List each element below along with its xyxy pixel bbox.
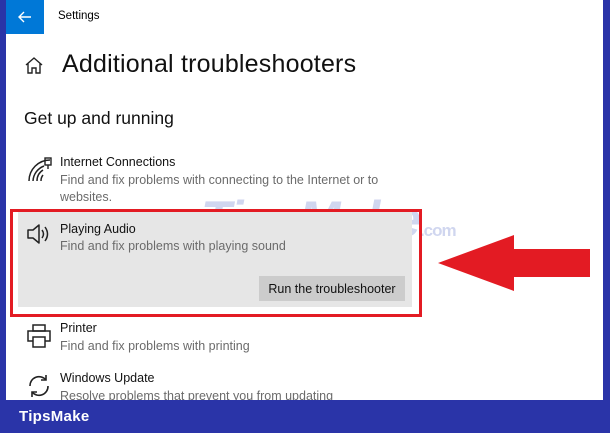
back-arrow-icon xyxy=(18,11,31,23)
brand-logo-text: TipsMake xyxy=(19,408,90,425)
printer-icon xyxy=(27,324,51,348)
troubleshooter-internet-connections[interactable]: Internet Connections Find and fix proble… xyxy=(20,155,410,205)
item-description: Resolve problems that prevent you from u… xyxy=(60,389,334,400)
item-description: Find and fix problems with printing xyxy=(60,339,250,353)
home-icon[interactable] xyxy=(24,56,44,76)
sync-icon xyxy=(29,375,49,397)
troubleshooter-printer[interactable]: Printer Find and fix problems with print… xyxy=(20,321,410,357)
app-title: Settings xyxy=(58,10,100,22)
wifi-icon xyxy=(28,157,52,182)
section-title: Get up and running xyxy=(24,108,174,128)
item-description: Find and fix problems with connecting to… xyxy=(60,173,379,204)
red-arrow-annotation xyxy=(438,235,590,291)
troubleshooter-windows-update[interactable]: Windows Update Resolve problems that pre… xyxy=(20,371,410,400)
title-bar: Settings xyxy=(6,0,603,34)
settings-window: Settings Additional troubleshooters Get … xyxy=(6,0,603,400)
footer-banner: TipsMake xyxy=(0,400,610,433)
page-title: Additional troubleshooters xyxy=(62,50,357,78)
item-name: Internet Connections xyxy=(60,155,176,169)
item-name: Windows Update xyxy=(60,371,155,385)
back-button[interactable] xyxy=(6,0,44,34)
item-name: Printer xyxy=(60,321,97,335)
highlight-box xyxy=(10,209,422,317)
